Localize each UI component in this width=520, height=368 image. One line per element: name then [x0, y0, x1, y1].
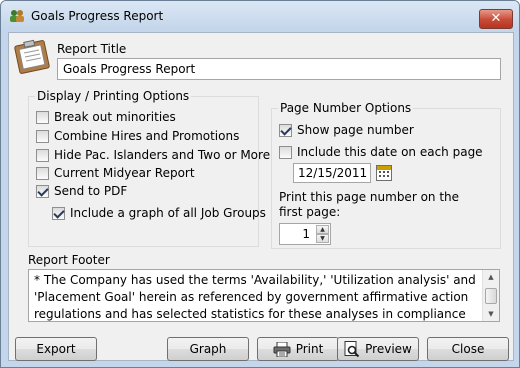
display-options-title: Display / Printing Options — [35, 89, 192, 103]
report-footer-text: * The Company has used the terms 'Availa… — [34, 273, 476, 321]
checkbox-send-to-pdf[interactable]: Send to PDF — [36, 184, 256, 200]
checkbox-label: Include this date on each page — [297, 145, 483, 159]
window-title: Goals Progress Report — [31, 9, 164, 23]
dialog-window: Goals Progress Report ✕ Report Title Goa… — [0, 0, 520, 368]
close-button-label: Close — [451, 342, 485, 356]
checkbox-break-out-minorities[interactable]: Break out minorities — [36, 110, 256, 126]
people-icon — [10, 10, 24, 22]
report-footer-textarea[interactable]: * The Company has used the terms 'Availa… — [28, 269, 500, 322]
checkbox-box[interactable] — [36, 149, 49, 162]
clipboard-icon — [14, 39, 50, 74]
scroll-up-arrow-icon[interactable]: ▲ — [483, 270, 499, 284]
graph-button-label: Graph — [189, 342, 227, 356]
preview-button[interactable]: Preview — [337, 337, 419, 361]
checkbox-label: Break out minorities — [54, 110, 176, 124]
export-button-label: Export — [36, 342, 76, 356]
checkbox-label: Show page number — [297, 123, 414, 137]
date-input[interactable]: 12/15/2011 — [293, 163, 371, 183]
checkbox-box[interactable] — [36, 185, 49, 198]
checkbox-box[interactable] — [279, 146, 292, 159]
checkbox-label: Send to PDF — [54, 184, 128, 198]
dialog-body: Report Title Goals Progress Report Displ… — [8, 32, 514, 361]
print-button[interactable]: Print — [257, 337, 339, 361]
title-bar[interactable]: Goals Progress Report ✕ — [1, 1, 519, 31]
spin-down-arrow-icon[interactable]: ▼ — [316, 234, 329, 243]
scroll-thumb[interactable] — [485, 288, 497, 304]
export-button[interactable]: Export — [15, 337, 97, 361]
report-footer-label: Report Footer — [28, 253, 110, 267]
checkbox-show-page-number[interactable]: Show page number — [279, 123, 479, 139]
magnifier-document-icon — [344, 341, 360, 358]
first-page-number-stepper[interactable]: 1 ▲ ▼ — [279, 223, 331, 245]
print-button-label: Print — [295, 342, 324, 356]
checkbox-box[interactable] — [36, 167, 49, 180]
report-title-input[interactable]: Goals Progress Report — [57, 58, 501, 80]
window-close-button[interactable]: ✕ — [479, 9, 513, 29]
preview-button-label: Preview — [365, 342, 412, 356]
checkbox-include-date[interactable]: Include this date on each page — [279, 145, 494, 161]
checkbox-label: Combine Hires and Promotions — [54, 129, 240, 143]
checkbox-box[interactable] — [279, 124, 292, 137]
checkbox-box[interactable] — [36, 111, 49, 124]
footer-scrollbar[interactable]: ▲ ▼ — [482, 270, 499, 321]
spin-up-arrow-icon[interactable]: ▲ — [316, 225, 329, 234]
first-page-label-line1: Print this page number on the — [279, 190, 460, 204]
page-number-options-title: Page Number Options — [278, 101, 414, 115]
checkbox-box[interactable] — [52, 207, 65, 220]
checkbox-box[interactable] — [36, 130, 49, 143]
checkbox-current-midyear[interactable]: Current Midyear Report — [36, 166, 256, 182]
checkbox-combine-hires[interactable]: Combine Hires and Promotions — [36, 129, 256, 145]
checkbox-hide-pac-islanders[interactable]: Hide Pac. Islanders and Two or More — [36, 148, 270, 164]
close-button[interactable]: Close — [427, 337, 509, 361]
checkbox-include-graph[interactable]: Include a graph of all Job Groups — [52, 206, 266, 222]
first-page-number-value: 1 — [302, 227, 310, 241]
report-title-label: Report Title — [57, 42, 127, 56]
calendar-icon[interactable] — [376, 165, 392, 181]
checkbox-label: Current Midyear Report — [54, 166, 195, 180]
checkbox-label: Hide Pac. Islanders and Two or More — [54, 148, 271, 162]
printer-icon — [273, 342, 291, 357]
first-page-label-line2: first page: — [279, 205, 341, 219]
scroll-down-arrow-icon[interactable]: ▼ — [483, 307, 499, 321]
graph-button[interactable]: Graph — [167, 337, 249, 361]
checkbox-label: Include a graph of all Job Groups — [70, 206, 266, 220]
